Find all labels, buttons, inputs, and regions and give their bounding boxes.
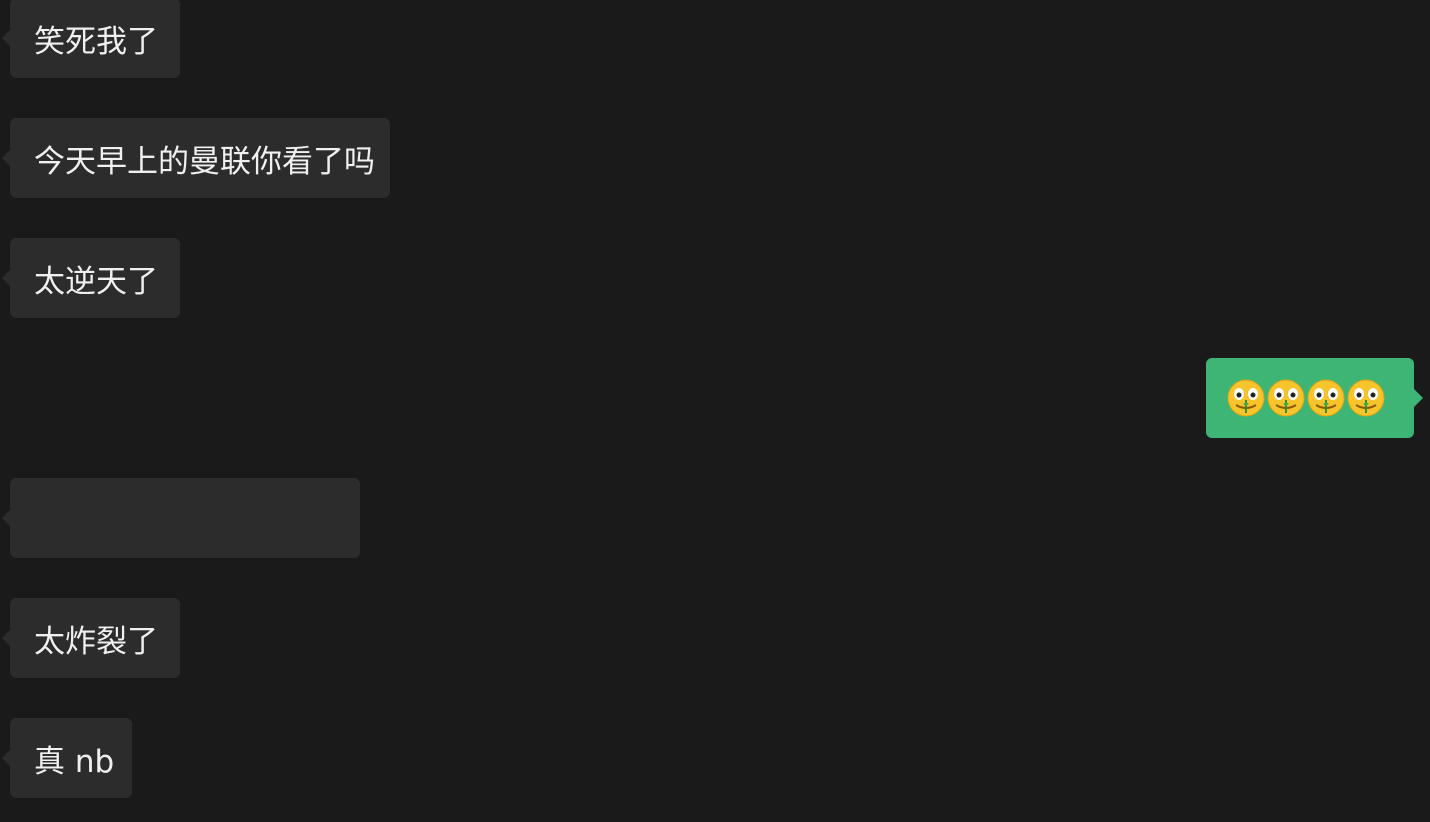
message-bubble-incoming[interactable]: 笑死我了 (2, 0, 180, 78)
money-mouth-face-icon (1227, 379, 1265, 417)
message-bubble-incoming[interactable]: 真 nb (2, 718, 132, 798)
message-bubble-incoming[interactable]: 太逆天了 (2, 238, 180, 318)
money-mouth-face-icon (1267, 379, 1305, 417)
message-bubble-incoming[interactable] (2, 478, 360, 558)
money-mouth-face-icon (1347, 379, 1385, 417)
message-text: 真 nb (34, 743, 115, 780)
chat-message-list[interactable]: 笑死我了 今天早上的曼联你看了吗 太逆天了 太炸裂了 真 nb (0, 0, 1430, 822)
money-mouth-face-icon (1307, 379, 1345, 417)
emoji-group (1226, 378, 1386, 418)
message-bubble-incoming[interactable]: 太炸裂了 (2, 598, 180, 678)
message-text: 太炸裂了 (34, 623, 158, 660)
message-text: 太逆天了 (34, 263, 158, 300)
message-bubble-outgoing[interactable] (1206, 358, 1423, 438)
message-text: 笑死我了 (34, 23, 158, 60)
message-bubble-incoming[interactable]: 今天早上的曼联你看了吗 (2, 118, 390, 198)
message-text: 今天早上的曼联你看了吗 (34, 143, 375, 180)
